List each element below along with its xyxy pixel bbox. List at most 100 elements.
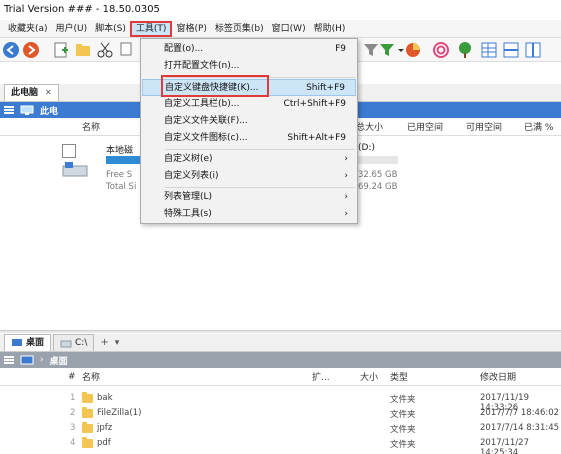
menu-icon[interactable] <box>4 106 14 114</box>
folder-icon[interactable] <box>74 41 92 59</box>
add-tab-button[interactable]: + <box>96 335 112 351</box>
col-size[interactable]: 大小 <box>360 370 378 383</box>
breadcrumb: › 桌面 <box>0 352 561 368</box>
row-num: 4 <box>70 438 76 448</box>
back-icon[interactable] <box>2 41 20 59</box>
col-total[interactable]: 总大小 <box>356 120 383 133</box>
drive-name[interactable]: 本地磁 <box>106 143 133 156</box>
row-num: 3 <box>70 423 76 433</box>
row-date: 2017/7/14 8:31:45 <box>480 423 560 433</box>
col-ext[interactable]: 扩... <box>312 370 330 383</box>
cut-icon[interactable] <box>96 41 114 59</box>
table-row[interactable]: 3 jpfz 文件夹 2017/7/14 8:31:45 <box>0 421 561 436</box>
menu-window[interactable]: 窗口(W) <box>268 21 310 37</box>
col-free[interactable]: 可用空间 <box>466 120 502 133</box>
pane-splitter[interactable] <box>0 330 561 333</box>
table-row[interactable]: 1 bak 文件夹 2017/11/19 14:33:26 <box>0 391 561 413</box>
chevron-right-icon: › <box>40 355 44 365</box>
row-name: pdf <box>97 438 111 448</box>
copy-icon[interactable] <box>118 41 136 59</box>
row-date: 2017/7/7 18:46:02 <box>480 408 560 418</box>
tab-label: 桌面 <box>26 338 45 348</box>
menu-separator <box>165 149 355 150</box>
menu-item-label: 特殊工具(s) <box>164 209 212 219</box>
row-type: 文件夹 <box>390 440 416 450</box>
tab-c-drive[interactable]: C:\ <box>53 334 95 351</box>
menu-item-shortcut: Ctrl+Shift+F9 <box>283 99 346 109</box>
bottom-pane: 桌面 C:\ + ▾ › 桌面 # 名称 扩... 大小 类型 修改日期 <box>0 334 561 386</box>
forward-icon[interactable] <box>22 41 40 59</box>
new-file-icon[interactable] <box>52 41 70 59</box>
row-date: 2017/11/27 14:25:34 <box>480 438 529 454</box>
col-name[interactable]: 名称 <box>82 120 100 133</box>
tab-desktop[interactable]: 桌面 <box>4 334 52 351</box>
tab-this-pc[interactable]: 此电脑 ✕ <box>4 84 59 101</box>
menu-item-customize-file-icons[interactable]: 自定义文件图标(c)... Shift+Alt+F9 <box>142 130 356 147</box>
row-num: 2 <box>70 408 76 418</box>
col-pct[interactable]: 已满 % <box>524 120 553 133</box>
drive-label: (D:) <box>358 143 375 153</box>
menu-item-customize-file-associations[interactable]: 自定义文件关联(F)... <box>142 113 356 130</box>
col-name[interactable]: 名称 <box>82 370 100 383</box>
pie-chart-icon[interactable] <box>404 41 422 59</box>
menu-item-customize-list[interactable]: 自定义列表(i) › <box>142 168 356 185</box>
grid-view-icon[interactable] <box>480 41 498 59</box>
row-type: 文件夹 <box>390 425 416 435</box>
menu-item-open-config[interactable]: 打开配置文件(n)... <box>142 58 356 75</box>
column-header: # 名称 扩... 大小 类型 修改日期 <box>0 368 561 386</box>
breadcrumb-label[interactable]: 此电 <box>40 104 58 117</box>
folder-icon <box>82 392 93 403</box>
desktop-icon <box>20 355 34 364</box>
menu-separator <box>165 187 355 188</box>
menu-item-label: 自定义工具栏(b)... <box>164 99 240 109</box>
chevron-right-icon: › <box>344 192 348 202</box>
col-date[interactable]: 修改日期 <box>480 370 516 383</box>
col-used[interactable]: 已用空间 <box>407 120 443 133</box>
tree-icon[interactable] <box>456 41 474 59</box>
menu-item-customize-tree[interactable]: 自定义树(e) › <box>142 151 356 168</box>
col-num[interactable]: # <box>68 372 76 382</box>
chevron-down-icon[interactable]: ▾ <box>113 335 122 351</box>
drive-total: 69.24 GB <box>358 182 398 192</box>
menu-tabsets[interactable]: 标签页集(b) <box>211 21 268 37</box>
window-title: Trial Version ### - 18.50.0305 <box>0 0 561 20</box>
menu-script[interactable]: 脚本(S) <box>91 21 130 37</box>
menu-item-label: 配置(o)... <box>164 44 204 54</box>
drive-free: 32.65 GB <box>358 170 398 180</box>
menu-icon[interactable] <box>4 356 14 364</box>
menu-favorites[interactable]: 收藏夹(a) <box>4 21 52 37</box>
drive-icon <box>62 162 88 177</box>
menu-help[interactable]: 帮助(H) <box>310 21 350 37</box>
menu-pane[interactable]: 窗格(P) <box>172 21 210 37</box>
chevron-right-icon: › <box>344 171 348 181</box>
highlight-box <box>161 75 269 97</box>
col-type[interactable]: 类型 <box>390 370 408 383</box>
drive-free-line: Free S <box>106 170 133 180</box>
chevron-right-icon: › <box>344 154 348 164</box>
close-icon[interactable]: ✕ <box>45 85 52 101</box>
filter-green-icon[interactable] <box>378 41 396 59</box>
spiral-icon[interactable] <box>432 41 450 59</box>
menu-item-label: 自定义树(e) <box>164 154 213 164</box>
row-num: 1 <box>70 393 76 403</box>
menu-item-list-management[interactable]: 列表管理(L) › <box>142 189 356 206</box>
breadcrumb-label[interactable]: 桌面 <box>50 354 68 367</box>
menu-item-label: 自定义文件关联(F)... <box>164 116 248 126</box>
menu-item-configuration[interactable]: 配置(o)... F9 <box>142 41 356 58</box>
panes-horizontal-icon[interactable] <box>502 41 520 59</box>
menu-item-shortcut: Shift+Alt+F9 <box>287 133 346 143</box>
menu-item-label: 自定义列表(i) <box>164 171 219 181</box>
row-name: jpfz <box>97 423 113 433</box>
menu-item-customize-toolbar[interactable]: 自定义工具栏(b)... Ctrl+Shift+F9 <box>142 96 356 113</box>
chevron-right-icon: › <box>344 209 348 219</box>
table-row[interactable]: 4 pdf 文件夹 2017/11/27 14:25:34 <box>0 436 561 454</box>
tab-label: 此电脑 <box>11 88 39 98</box>
row-name: bak <box>97 393 113 403</box>
menu-tools[interactable]: 工具(T) <box>129 20 173 37</box>
menu-item-label: 自定义文件图标(c)... <box>164 133 248 143</box>
panes-vertical-icon[interactable] <box>524 41 542 59</box>
drive-checkbox[interactable] <box>62 144 76 158</box>
menu-item-special-tools[interactable]: 特殊工具(s) › <box>142 206 356 223</box>
menu-user[interactable]: 用户(U) <box>52 21 92 37</box>
table-row[interactable]: 2 FileZilla(1) 文件夹 2017/7/7 18:46:02 <box>0 406 561 421</box>
